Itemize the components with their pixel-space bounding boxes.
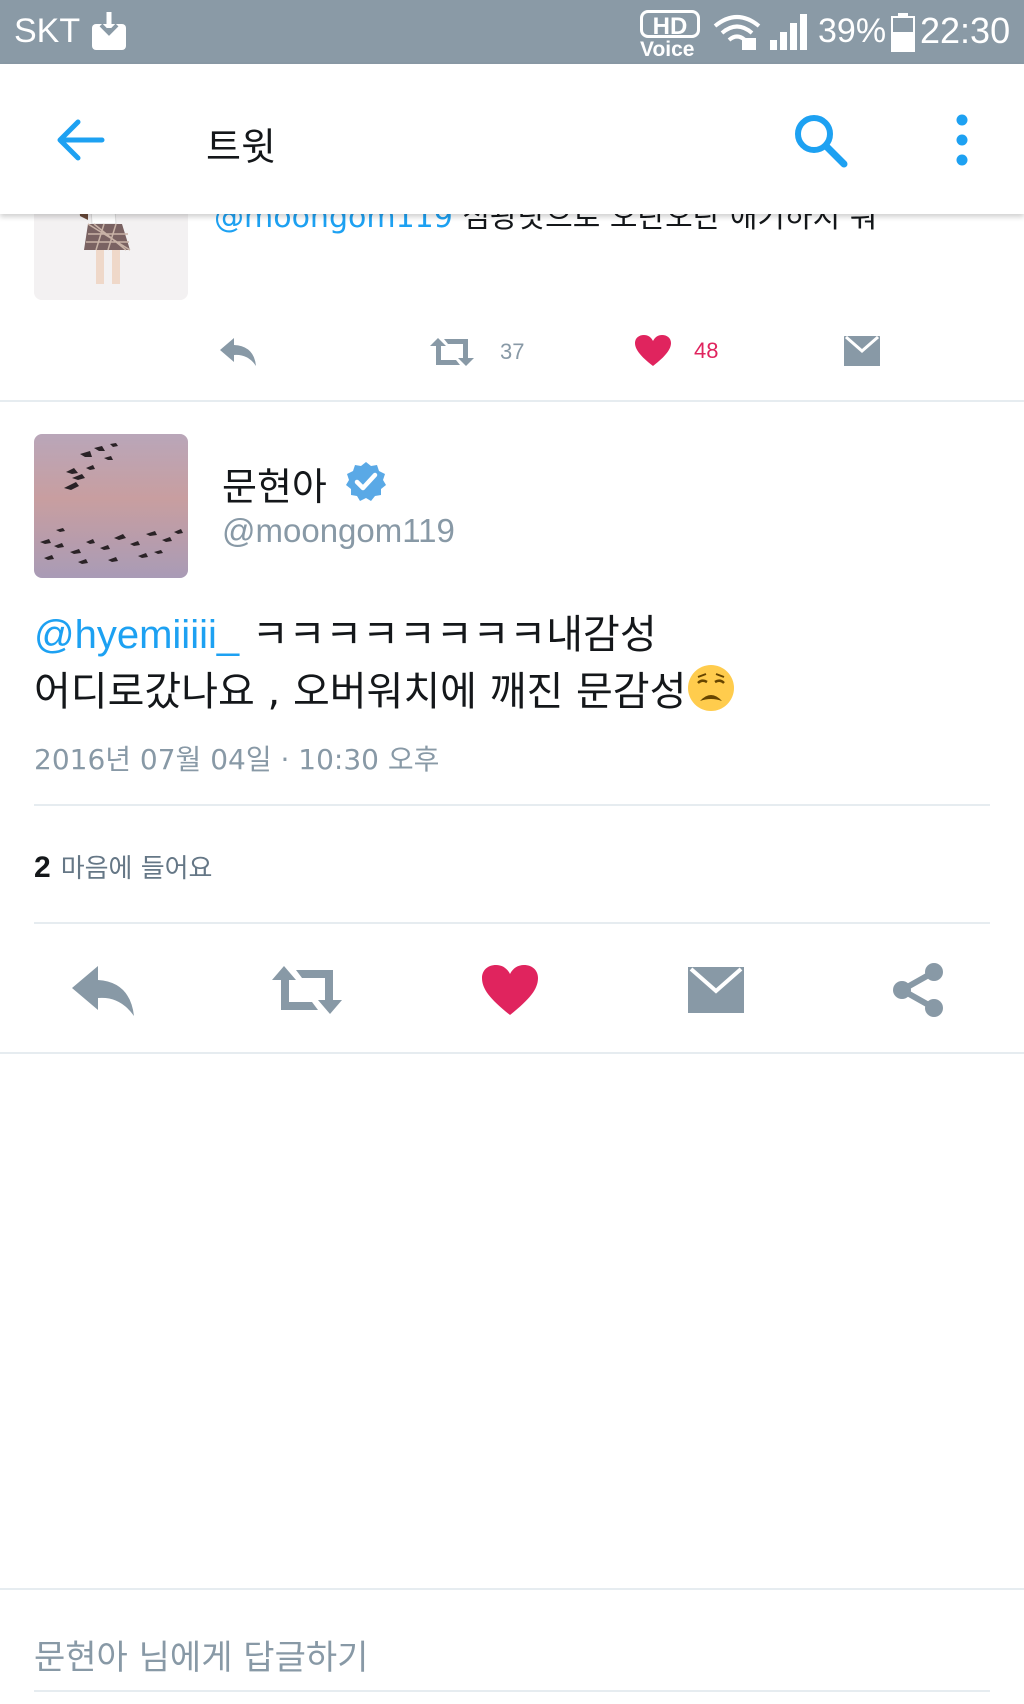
envelope-icon[interactable] (686, 958, 746, 1022)
hd-label: HD (640, 10, 700, 40)
download-notification-icon (92, 12, 126, 50)
clock: 22:30 (920, 10, 1011, 51)
heart-icon (635, 335, 671, 366)
app-bar: 트윗 (0, 64, 1024, 214)
avatar[interactable] (34, 434, 188, 578)
user-display-name[interactable]: 문현아 (222, 456, 327, 511)
mention-link[interactable]: @hyemiiiii_ (34, 613, 239, 657)
reply-input-underline (34, 1690, 990, 1692)
like-button[interactable]: 48 (634, 334, 718, 368)
previous-tweet[interactable]: @moongom119 섬광탓으로 오란오란 애기하지 뭐 37 48 (0, 214, 1024, 402)
retweet-icon[interactable] (268, 958, 346, 1022)
more-vertical-icon[interactable] (940, 112, 984, 168)
retweet-icon (430, 338, 474, 366)
tweet-timestamp: 2016년 07월 04일 · 10:30 오후 (34, 743, 440, 776)
like-count: 48 (694, 338, 719, 363)
divider (34, 804, 990, 806)
retweet-button[interactable]: 37 (426, 334, 524, 370)
status-bar: SKT HD Voice 39% 22:30 (0, 0, 1024, 64)
tweet-media-thumbnail[interactable] (34, 214, 188, 300)
likes-summary[interactable]: 2 마음에 들어요 (34, 848, 212, 885)
heart-icon[interactable] (480, 958, 540, 1022)
previous-tweet-body: 섬광탓으로 오란오란 애기하지 뭐 (452, 214, 878, 235)
birds-sky-avatar-image (34, 434, 188, 578)
reply-icon (220, 338, 256, 366)
user-handle[interactable]: @moongom119 (222, 512, 455, 550)
search-icon[interactable] (790, 110, 850, 170)
tweet-text-part1: ㅋㅋㅋㅋㅋㅋㅋㅋ내감성 (239, 612, 657, 658)
divider (0, 1052, 1024, 1054)
tweet-actions (0, 950, 1024, 1030)
share-icon[interactable] (888, 958, 948, 1022)
arrow-left-icon[interactable] (52, 112, 108, 168)
direct-message-button[interactable] (842, 334, 882, 368)
reply-input[interactable]: 문현아 님에게 답글하기 (34, 1630, 368, 1679)
tweet-text-part2: 어디로갔나요 , 오버워치에 깨진 문감성 (34, 669, 687, 715)
previous-tweet-actions: 37 48 (0, 326, 1024, 386)
retweet-count: 37 (500, 339, 525, 364)
carrier-label: SKT (14, 12, 81, 50)
wifi-icon (713, 15, 761, 50)
envelope-icon (844, 335, 880, 366)
likes-label: 마음에 들어요 (60, 854, 213, 884)
person-photo-icon (34, 214, 188, 300)
reply-composer: 문현아 님에게 답글하기 (0, 1588, 1024, 1704)
verified-badge-icon (346, 462, 386, 501)
reply-button[interactable] (216, 334, 260, 370)
battery-icon (891, 13, 915, 52)
voice-label: Voice (640, 38, 695, 61)
like-count: 2 (34, 851, 51, 884)
tweet-text: @hyemiiiii_ ㅋㅋㅋㅋㅋㅋㅋㅋ내감성 어디로갔나요 , 오버워치에 깨… (34, 608, 974, 720)
reply-icon[interactable] (68, 958, 138, 1022)
mention-link[interactable]: @moongom119 (214, 214, 453, 235)
divider (34, 922, 990, 924)
hd-voice-icon: HD Voice (636, 8, 706, 61)
weary-face-emoji-icon (688, 665, 735, 711)
page-title: 트윗 (206, 125, 276, 169)
signal-icon (770, 14, 807, 50)
previous-tweet-text: @moongom119 섬광탓으로 오란오란 애기하지 뭐 (214, 214, 877, 236)
battery-percent: 39% (818, 12, 887, 50)
